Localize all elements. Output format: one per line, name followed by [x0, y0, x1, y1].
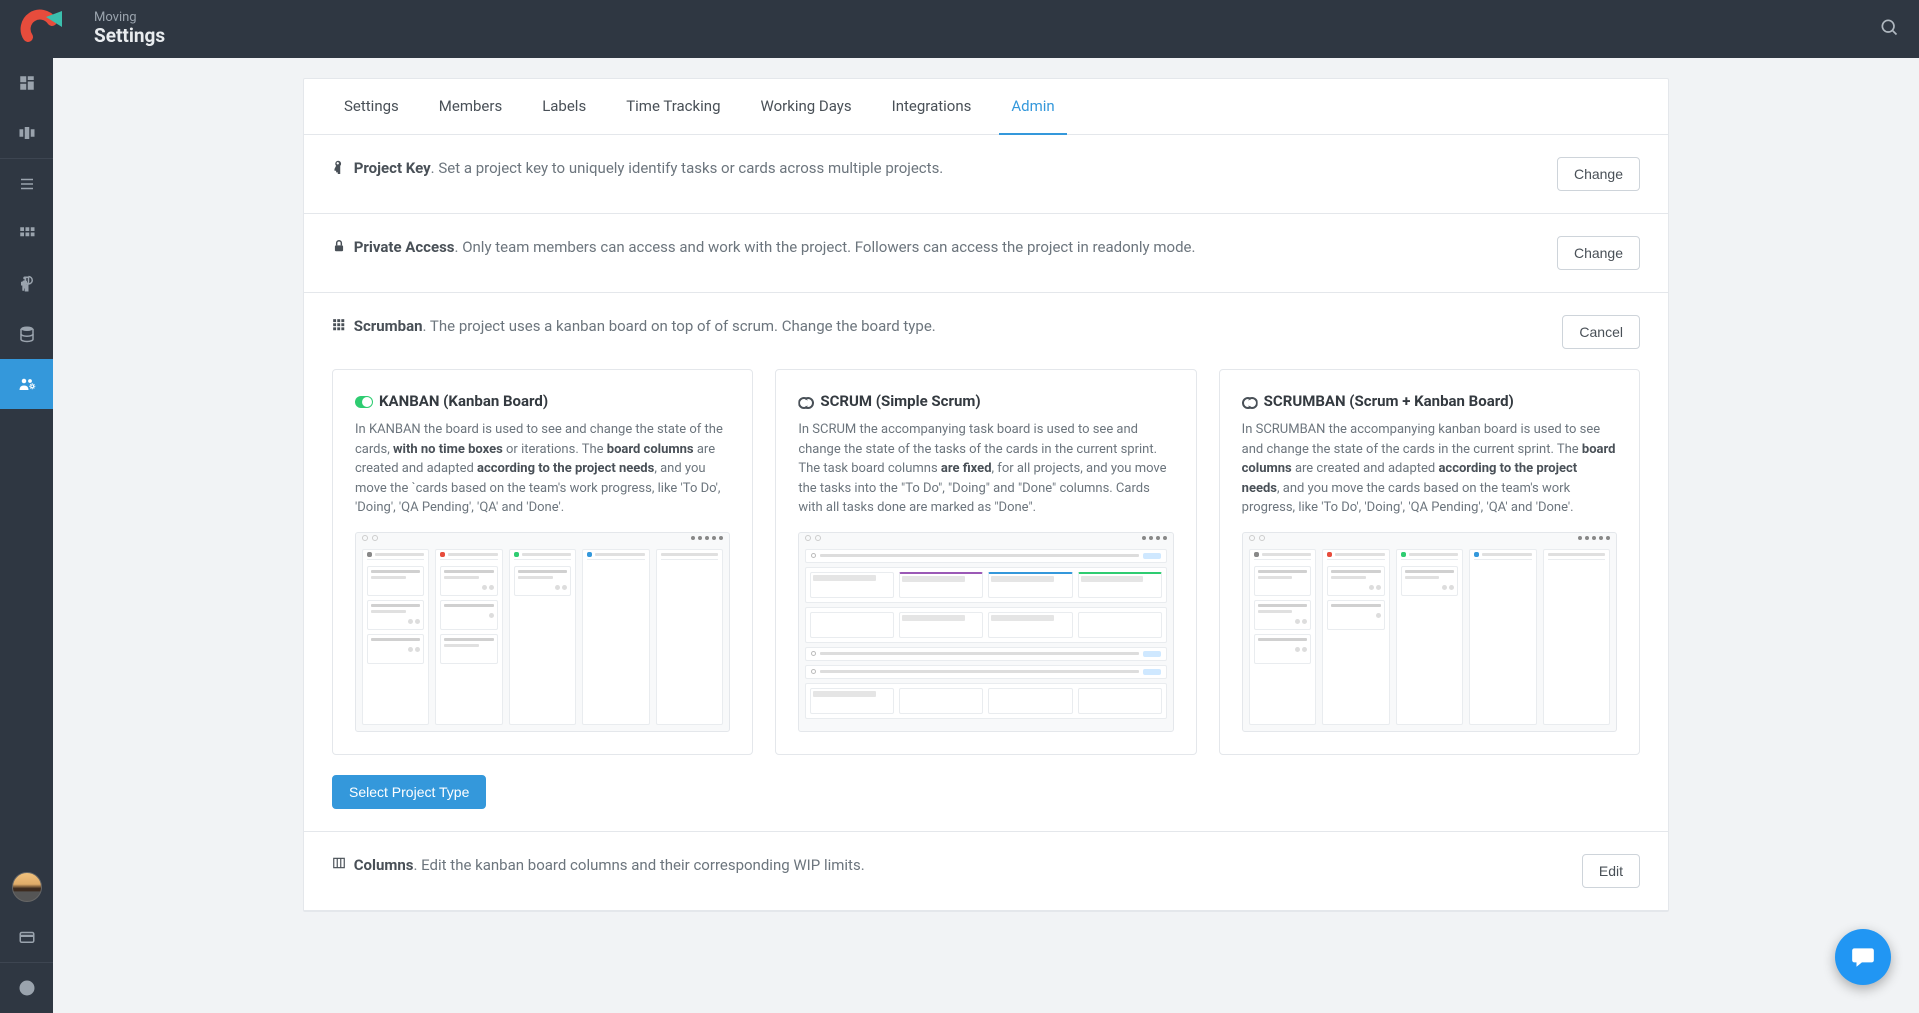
kanban-preview: [355, 532, 730, 732]
type-card-kanban[interactable]: KANBAN (Kanban Board) In KANBAN the boar…: [332, 369, 753, 755]
type-card-scrum[interactable]: SCRUM (Simple Scrum) In SCRUM the accomp…: [775, 369, 1196, 755]
scrumban-title: Scrumban: [354, 317, 423, 335]
columns-title: Columns: [354, 856, 414, 874]
scrum-desc: In SCRUM the accompanying task board is …: [798, 420, 1173, 518]
columns-icon: [332, 854, 346, 877]
edit-columns-button[interactable]: Edit: [1582, 854, 1640, 888]
key-icon: [332, 158, 346, 181]
tab-admin[interactable]: Admin: [999, 79, 1066, 135]
change-project-key-button[interactable]: Change: [1557, 157, 1640, 191]
cancel-board-type-button[interactable]: Cancel: [1562, 315, 1640, 349]
tab-integrations[interactable]: Integrations: [880, 79, 984, 134]
sidebar-item-logout[interactable]: [0, 963, 53, 1013]
section-private-access: Private Access. Only team members can ac…: [304, 214, 1668, 293]
private-access-desc: . Only team members can access and work …: [455, 238, 1196, 256]
scrum-preview: [798, 532, 1173, 732]
scrum-title: SCRUM (Simple Scrum): [820, 392, 980, 410]
chat-fab[interactable]: [1835, 929, 1891, 985]
section-project-key: Project Key. Set a project key to unique…: [304, 135, 1668, 214]
sidebar-item-team-settings[interactable]: [0, 359, 53, 409]
header: Moving Settings: [0, 0, 1919, 58]
tab-time-tracking[interactable]: Time Tracking: [614, 79, 732, 134]
project-key-title: Project Key: [354, 159, 431, 177]
section-columns: Columns. Edit the kanban board columns a…: [304, 832, 1668, 911]
sidebar-item-billing[interactable]: [0, 912, 53, 962]
type-card-scrumban[interactable]: SCRUMBAN (Scrum + Kanban Board) In SCRUM…: [1219, 369, 1640, 755]
lock-icon: [332, 237, 346, 260]
toggle-on-icon: [355, 392, 373, 410]
sidebar-item-board[interactable]: [0, 108, 53, 158]
kanban-desc: In KANBAN the board is used to see and c…: [355, 420, 730, 518]
sidebar-item-database[interactable]: [0, 309, 53, 359]
scrumban-desc: In SCRUMBAN the accompanying kanban boar…: [1242, 420, 1617, 518]
select-project-type-button[interactable]: Select Project Type: [332, 775, 486, 809]
app-logo[interactable]: [20, 9, 62, 49]
scrumban-desc: . The project uses a kanban board on top…: [423, 317, 936, 335]
link-icon: [1242, 392, 1258, 410]
user-avatar[interactable]: [12, 872, 42, 902]
scrumban-preview: [1242, 532, 1617, 732]
main-content: Settings Members Labels Time Tracking Wo…: [53, 58, 1919, 1013]
sidebar-item-list[interactable]: [0, 159, 53, 209]
grid-icon: [332, 316, 346, 339]
tab-settings[interactable]: Settings: [332, 79, 411, 134]
tab-members[interactable]: Members: [427, 79, 514, 134]
settings-tabs: Settings Members Labels Time Tracking Wo…: [304, 79, 1668, 135]
sidebar-item-dashboard[interactable]: [0, 58, 53, 108]
link-icon: [798, 392, 814, 410]
kanban-title: KANBAN (Kanban Board): [379, 392, 548, 410]
tab-working-days[interactable]: Working Days: [749, 79, 864, 134]
sidebar-item-grid[interactable]: [0, 209, 53, 259]
sidebar: [0, 58, 53, 1013]
change-access-button[interactable]: Change: [1557, 236, 1640, 270]
project-key-desc: . Set a project key to uniquely identify…: [431, 159, 944, 177]
search-icon[interactable]: [1879, 17, 1899, 41]
tab-labels[interactable]: Labels: [530, 79, 598, 134]
section-board-type: Scrumban. The project uses a kanban boar…: [304, 293, 1668, 832]
columns-desc: . Edit the kanban board columns and thei…: [414, 856, 865, 874]
breadcrumb[interactable]: Moving: [94, 10, 165, 26]
sidebar-item-activity[interactable]: [0, 259, 53, 309]
scrumban-title: SCRUMBAN (Scrum + Kanban Board): [1264, 392, 1514, 410]
page-title: Settings: [94, 25, 165, 48]
private-access-title: Private Access: [354, 238, 455, 256]
